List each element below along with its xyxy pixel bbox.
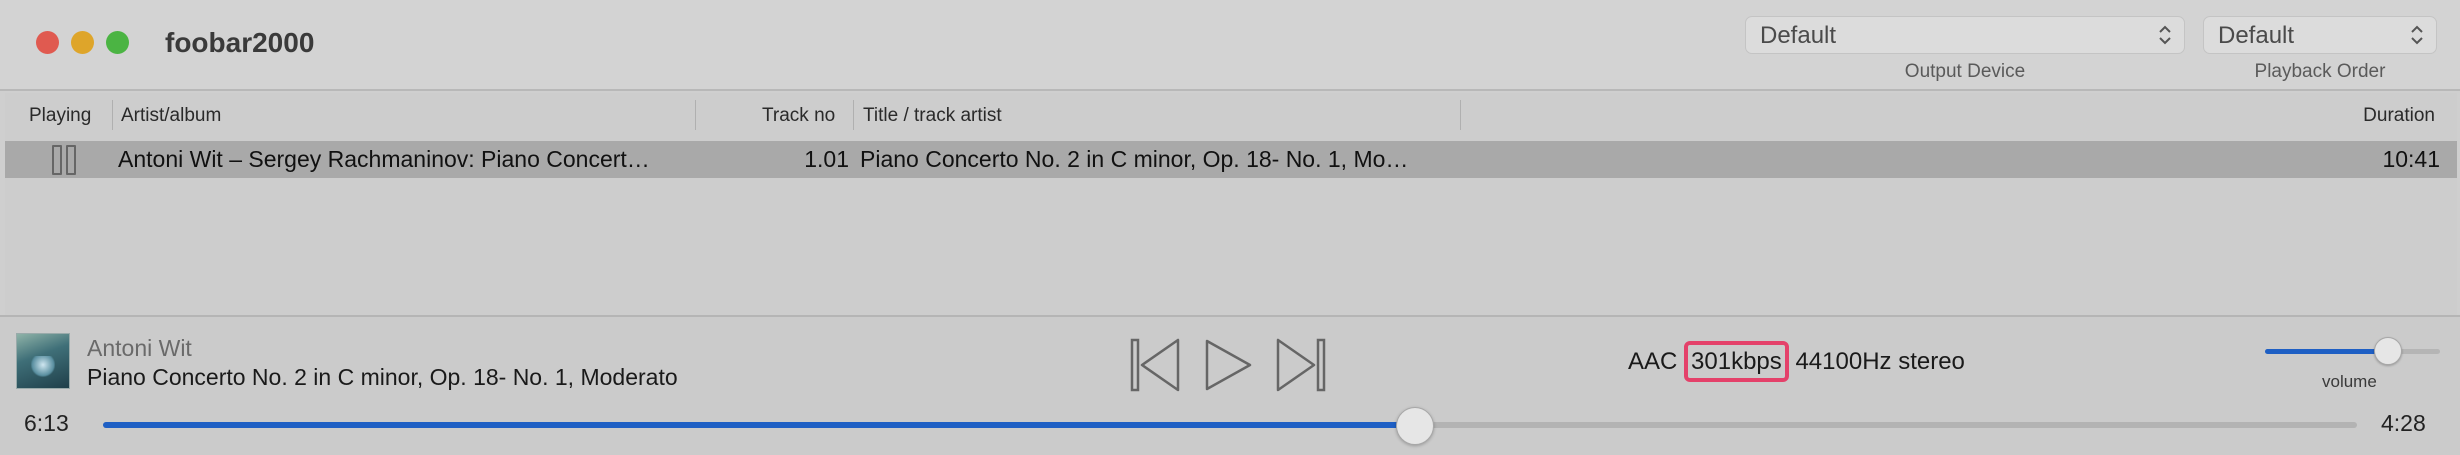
close-window-button[interactable]: [36, 31, 59, 54]
album-art: [16, 333, 70, 389]
playlist-column-header: Playing Artist/album Track no Title / tr…: [5, 93, 2457, 137]
elapsed-time: 6:13: [24, 410, 69, 436]
chevron-updown-icon: [2159, 25, 2171, 45]
row-duration: 10:41: [2382, 146, 2440, 172]
format-codec: AAC: [1628, 348, 1678, 375]
column-divider[interactable]: [112, 100, 113, 130]
seek-progress: [103, 422, 1415, 428]
volume-fill: [2265, 349, 2388, 354]
volume-label: volume: [2322, 372, 2377, 391]
window-title: foobar2000: [165, 27, 315, 58]
format-details: 44100Hz stereo: [1795, 348, 1965, 375]
column-duration[interactable]: Duration: [2363, 105, 2435, 127]
playback-order-label: Playback Order: [2254, 61, 2386, 82]
volume-slider[interactable]: [2265, 337, 2440, 365]
row-title: Piano Concerto No. 2 in C minor, Op. 18-…: [860, 146, 1409, 172]
column-title[interactable]: Title / track artist: [863, 105, 1002, 127]
pause-icon: [52, 145, 80, 175]
minimize-window-button[interactable]: [71, 31, 94, 54]
row-artist-album: Antoni Wit – Sergey Rachmaninov: Piano C…: [118, 146, 650, 172]
playlist-view[interactable]: Playing Artist/album Track no Title / tr…: [5, 93, 2457, 315]
output-device-label: Output Device: [1904, 61, 2026, 82]
volume-knob[interactable]: [2373, 337, 2402, 365]
chevron-updown-icon: [2411, 25, 2423, 45]
column-track-no[interactable]: Track no: [762, 105, 835, 127]
next-track-icon[interactable]: [1274, 337, 1326, 393]
seek-knob[interactable]: [1395, 407, 1434, 445]
column-divider[interactable]: [1460, 100, 1461, 130]
output-device-value: Default: [1760, 22, 1837, 49]
player-bar: Antoni Wit Piano Concerto No. 2 in C min…: [0, 315, 2460, 455]
playback-order-select[interactable]: Default: [2203, 16, 2437, 54]
column-divider[interactable]: [853, 100, 854, 130]
previous-track-icon[interactable]: [1130, 337, 1182, 393]
remaining-time: 4:28: [2381, 410, 2426, 436]
maximize-window-button[interactable]: [106, 31, 129, 54]
title-bar: foobar2000 Default Output Device Default…: [0, 0, 2460, 91]
column-playing[interactable]: Playing: [29, 105, 91, 127]
row-track-no: 1.01: [804, 146, 849, 172]
column-divider[interactable]: [695, 100, 696, 130]
seek-bar[interactable]: [103, 407, 2357, 445]
column-artist-album[interactable]: Artist/album: [121, 105, 221, 127]
format-bitrate: 301kbps: [1684, 341, 1789, 382]
stream-format-info: AAC 301kbps 44100Hz stereo: [1628, 341, 1965, 382]
now-playing-title: Piano Concerto No. 2 in C minor, Op. 18-…: [87, 364, 678, 390]
play-icon[interactable]: [1202, 337, 1254, 393]
output-device-select[interactable]: Default: [1745, 16, 2185, 54]
playlist-row[interactable]: Antoni Wit – Sergey Rachmaninov: Piano C…: [5, 141, 2457, 178]
now-playing-artist: Antoni Wit: [87, 335, 192, 361]
playback-order-value: Default: [2218, 22, 2295, 49]
